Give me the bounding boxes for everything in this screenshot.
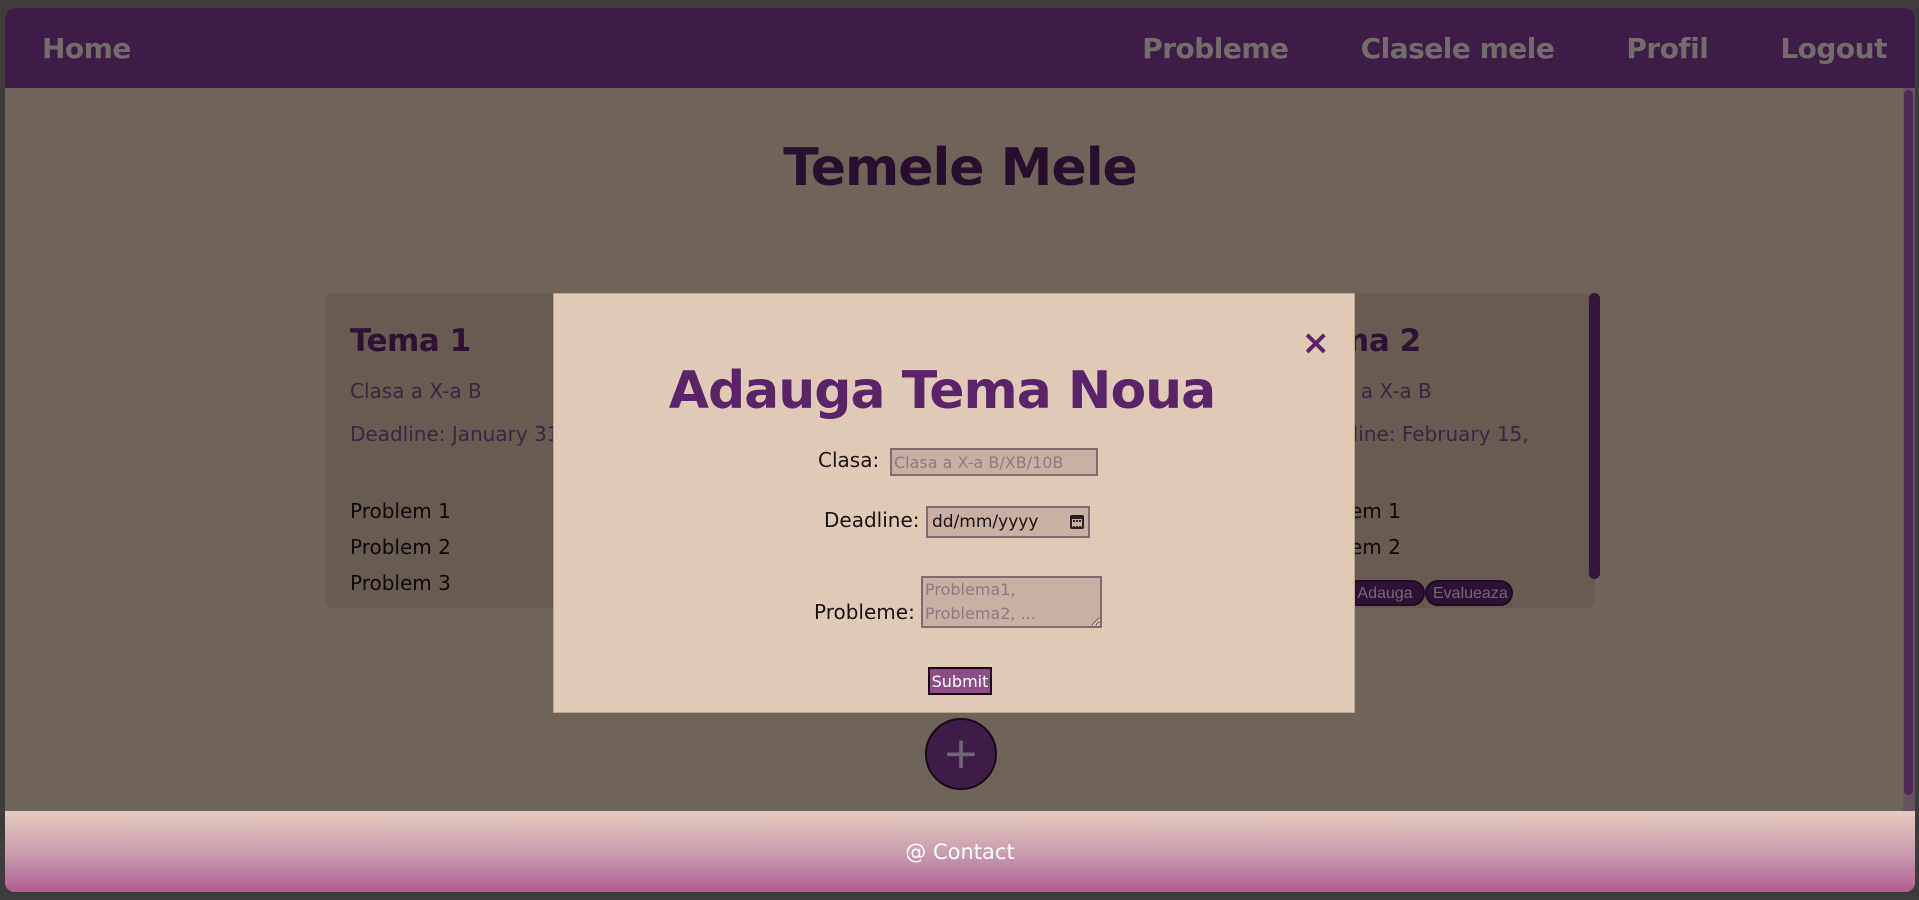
clasa-label: Clasa: <box>818 448 880 472</box>
contact-link[interactable]: @ Contact <box>905 840 1014 864</box>
probleme-label: Probleme: <box>814 600 915 624</box>
probleme-textarea[interactable] <box>921 576 1102 628</box>
browser-frame: Home Probleme Clasele mele Profil Logout… <box>5 8 1915 892</box>
close-icon[interactable]: × <box>1302 326 1331 360</box>
deadline-date-value: dd/mm/yyyy <box>932 512 1039 532</box>
footer: @ Contact <box>5 811 1915 892</box>
clasa-input[interactable] <box>890 448 1098 476</box>
add-homework-modal: × Adauga Tema Noua Clasa: Deadline: dd/m… <box>553 293 1355 713</box>
deadline-label: Deadline: <box>824 508 920 532</box>
deadline-date-input[interactable]: dd/mm/yyyy <box>926 506 1090 538</box>
modal-title: Adauga Tema Noua <box>668 361 1217 421</box>
submit-button[interactable]: Submit <box>928 667 992 695</box>
calendar-icon[interactable] <box>1070 515 1084 529</box>
